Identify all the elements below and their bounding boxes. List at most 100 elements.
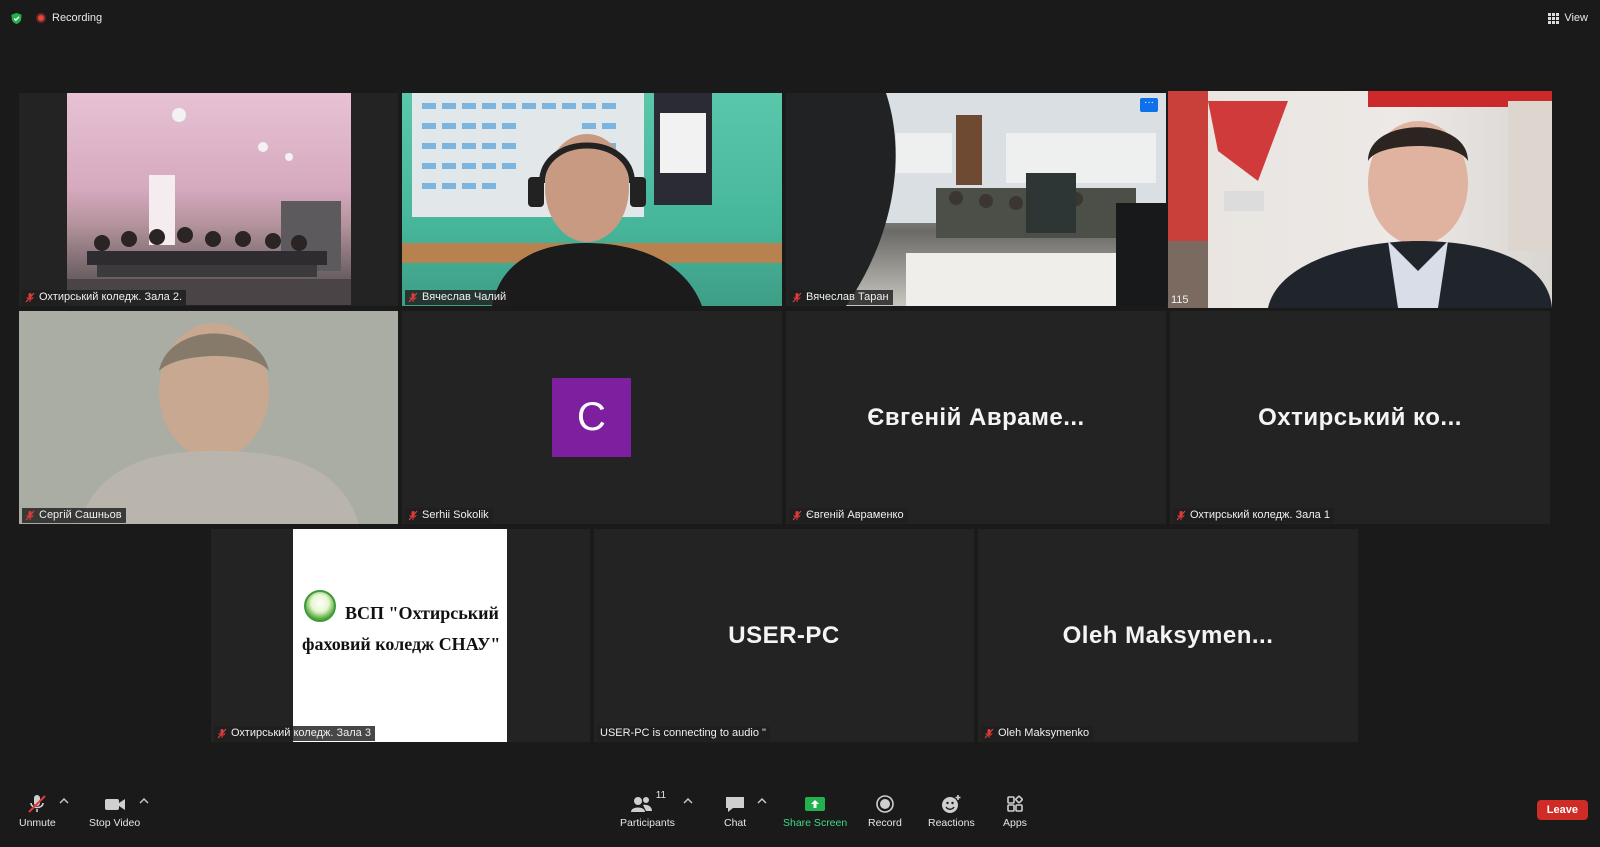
record-button[interactable]: Record xyxy=(868,794,902,829)
reactions-label: Reactions xyxy=(928,817,975,829)
college-logo-panel: ВСП "Охтирський фаховий коледж СНАУ" xyxy=(293,529,507,742)
participant-name: Охтирський коледж. Зала 1 xyxy=(1190,509,1330,521)
reactions-smiley-icon xyxy=(942,795,961,813)
video-tile[interactable]: C Serhii Sokolik xyxy=(402,311,782,524)
active-speaker-tile[interactable]: 115 xyxy=(1168,91,1552,308)
video-tile[interactable]: Oleh Maksymen... Oleh Maksymenko xyxy=(978,529,1358,742)
college-emblem-icon xyxy=(304,590,336,622)
grid-icon xyxy=(1548,12,1560,24)
unmute-button[interactable]: Unmute xyxy=(19,794,56,829)
recording-label: Recording xyxy=(52,12,103,24)
participant-status: USER-PC is connecting to audio " xyxy=(600,727,766,739)
participant-display-name: Євгеній Авраме... xyxy=(867,403,1085,431)
meeting-toolbar: Unmute Stop Video 11 Participants Chat S… xyxy=(0,784,1600,847)
participant-video xyxy=(19,311,398,524)
participant-name: Вячеслав Таран xyxy=(806,291,889,303)
participant-video xyxy=(402,93,782,306)
participant-name: Охтирський коледж. Зала 2. xyxy=(39,291,183,303)
record-label: Record xyxy=(868,817,902,829)
participant-nameplate: Serhii Sokolik xyxy=(405,508,493,523)
share-screen-button[interactable]: Share Screen xyxy=(783,794,847,829)
participants-label: Participants xyxy=(620,817,675,829)
video-tile[interactable]: Охтирський ко... Охтирський коледж. Зала… xyxy=(1170,311,1550,524)
participants-button[interactable]: 11 Participants xyxy=(620,790,675,829)
muted-mic-icon xyxy=(1176,510,1186,520)
participant-nameplate: Охтирський коледж. Зала 3 xyxy=(214,726,375,741)
muted-microphone-icon xyxy=(28,795,47,813)
recording-indicator[interactable]: Recording xyxy=(36,12,102,24)
participant-name: Охтирський коледж. Зала 3 xyxy=(231,727,371,739)
apps-label: Apps xyxy=(1003,817,1027,829)
video-tile[interactable]: ··· Вячеслав Таран xyxy=(786,93,1166,306)
share-screen-icon xyxy=(805,797,826,811)
chevron-up-icon[interactable] xyxy=(683,798,693,804)
video-tile[interactable]: ВСП "Охтирський фаховий коледж СНАУ" Охт… xyxy=(211,529,590,742)
participant-nameplate: Вячеслав Таран xyxy=(789,290,893,305)
participants-icon xyxy=(630,797,652,812)
classroom-scene xyxy=(67,108,351,305)
unmute-label: Unmute xyxy=(19,817,56,829)
participant-nameplate: Охтирський коледж. Зала 2. xyxy=(22,290,187,305)
muted-mic-icon xyxy=(792,292,802,302)
muted-mic-icon xyxy=(217,728,227,738)
muted-mic-icon xyxy=(25,292,35,302)
office-scene xyxy=(402,93,782,306)
participant-nameplate: Євгеній Авраменко xyxy=(789,508,908,523)
participant-avatar: C xyxy=(552,378,631,457)
participants-count: 11 xyxy=(655,790,667,801)
record-icon xyxy=(876,795,894,813)
leave-button[interactable]: Leave xyxy=(1536,800,1588,820)
participant-nameplate: Oleh Maksymenko xyxy=(981,726,1094,741)
video-tile[interactable]: USER-PC USER-PC is connecting to audio " xyxy=(594,529,974,742)
chat-label: Chat xyxy=(724,817,747,829)
muted-mic-icon xyxy=(408,510,418,520)
participant-display-name: Охтирський ко... xyxy=(1258,403,1462,431)
participant-display-name: Oleh Maksymen... xyxy=(1062,621,1274,649)
participant-name: Oleh Maksymenko xyxy=(998,727,1090,739)
muted-mic-icon xyxy=(408,292,418,302)
view-label: View xyxy=(1564,12,1588,24)
shield-check-icon[interactable] xyxy=(10,12,23,25)
participant-video xyxy=(786,93,1166,306)
chevron-up-icon[interactable] xyxy=(139,798,149,804)
chevron-up-icon[interactable] xyxy=(59,798,69,804)
muted-mic-icon xyxy=(792,510,802,520)
person-scene xyxy=(19,311,398,524)
classroom-video xyxy=(67,93,351,305)
classroom-scene xyxy=(786,93,1166,306)
participant-nameplate: Вячеслав Чалий xyxy=(405,290,511,305)
office-scene xyxy=(1168,91,1552,308)
video-stat: 115 xyxy=(1171,294,1189,306)
view-button[interactable]: View xyxy=(1548,12,1588,24)
participant-display-name: USER-PC xyxy=(728,621,840,649)
chat-bubble-icon xyxy=(726,797,745,812)
chevron-up-icon[interactable] xyxy=(757,798,767,804)
video-tile[interactable]: Сергій Сашньов xyxy=(19,311,398,524)
participant-name: Євгеній Авраменко xyxy=(806,509,904,521)
share-screen-label: Share Screen xyxy=(783,817,848,829)
participant-name: Вячеслав Чалий xyxy=(422,291,507,303)
chat-button[interactable]: Chat xyxy=(724,794,746,829)
stop-video-label: Stop Video xyxy=(89,817,141,829)
apps-button[interactable]: Apps xyxy=(1003,794,1027,829)
video-tile[interactable]: Вячеслав Чалий xyxy=(402,93,782,306)
video-camera-icon xyxy=(104,799,125,810)
logo-line-2: фаховий коледж СНАУ" xyxy=(302,634,501,654)
top-bar: Recording View xyxy=(0,0,1600,38)
recording-dot-icon xyxy=(36,13,46,23)
participant-nameplate: Охтирський коледж. Зала 1 xyxy=(1173,508,1334,523)
more-options-button[interactable]: ··· xyxy=(1140,98,1158,112)
muted-mic-icon xyxy=(984,728,994,738)
video-tile[interactable]: Євгеній Авраме... Євгеній Авраменко xyxy=(786,311,1166,524)
muted-mic-icon xyxy=(25,510,35,520)
apps-icon xyxy=(1007,795,1023,812)
video-tile[interactable]: Охтирський коледж. Зала 2. xyxy=(19,93,398,306)
participant-nameplate: Сергій Сашньов xyxy=(22,508,126,523)
participant-name: Serhii Sokolik xyxy=(422,509,489,521)
logo-line-1: ВСП "Охтирський xyxy=(345,603,499,623)
participant-nameplate: USER-PC is connecting to audio " xyxy=(597,726,770,741)
stop-video-button[interactable]: Stop Video xyxy=(89,794,140,829)
participant-video xyxy=(1168,91,1552,308)
participant-name: Сергій Сашньов xyxy=(39,509,122,521)
reactions-button[interactable]: Reactions xyxy=(928,794,975,829)
